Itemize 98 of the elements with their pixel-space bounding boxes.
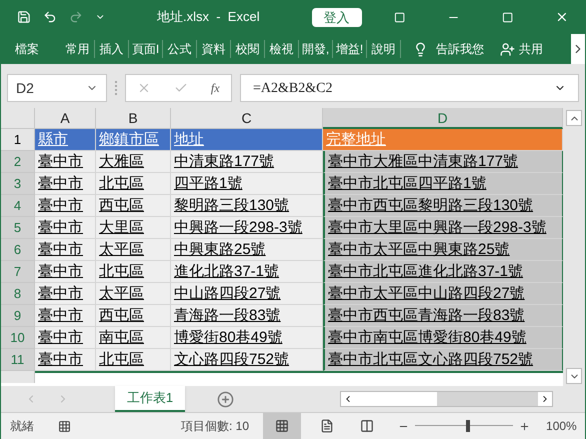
count-text: 項目個數: 10: [181, 418, 250, 435]
page-layout-icon[interactable]: [320, 419, 334, 433]
table-cell: 中興路一段298-3號: [171, 217, 323, 239]
table-cell: 西屯區: [96, 305, 171, 327]
table-cell: 臺中市大雅區中清東路177號: [323, 151, 563, 173]
tell-me-field[interactable]: 告訴我您: [436, 40, 484, 58]
table-cell: 臺中市大里區中興路一段298-3號: [323, 217, 563, 239]
scroll-down-button[interactable]: [566, 368, 582, 384]
table-cell: 中清東路177號: [171, 151, 323, 173]
table-cell: 臺中市北屯區進化北路37-1號: [323, 261, 563, 283]
ribbon-tab[interactable]: 公式: [163, 40, 197, 58]
ribbon-tab[interactable]: 常用: [61, 40, 95, 58]
table-cell: 臺中市: [35, 173, 96, 195]
table-cell: 北屯區: [96, 349, 171, 371]
new-sheet-icon[interactable]: [217, 390, 234, 408]
table-cell: 臺中市: [35, 283, 96, 305]
row-header[interactable]: 10: [1, 327, 35, 349]
table-cell: 臺中市太平區中山路四段27號: [323, 283, 563, 305]
table-cell: 文心路四段752號: [171, 349, 323, 371]
table-cell: 鄉鎮市區: [96, 129, 171, 151]
file-tab[interactable]: 檔案: [7, 40, 47, 58]
table-cell: 臺中市太平區中興東路25號: [323, 239, 563, 261]
maximize-icon[interactable]: [502, 10, 514, 24]
cell-reference: D2: [16, 78, 34, 98]
table-cell: 四平路1號: [171, 173, 323, 195]
table-cell: 臺中市北屯區四平路1號: [323, 173, 563, 195]
ribbon-tab[interactable]: 檢視: [265, 40, 299, 58]
horizontal-scrollbar[interactable]: [340, 391, 553, 407]
row-header[interactable]: 8: [1, 283, 35, 305]
row-header[interactable]: 1: [1, 129, 35, 151]
person-add-icon[interactable]: [500, 42, 515, 56]
status-text: 就緒: [10, 418, 34, 435]
table-cell: 縣市: [35, 129, 96, 151]
insert-function-button[interactable]: fx: [210, 79, 220, 97]
table-cell: 中山路四段27號: [171, 283, 323, 305]
table-cell: 大雅區: [96, 151, 171, 173]
scroll-right-icon[interactable]: [571, 34, 585, 64]
share-button[interactable]: 共用: [519, 40, 543, 58]
row-header[interactable]: 11: [1, 349, 35, 371]
table-cell: 臺中市: [35, 239, 96, 261]
row-header[interactable]: 5: [1, 217, 35, 239]
sheet-tab[interactable]: 工作表1: [115, 386, 185, 412]
sign-in-button[interactable]: 登入: [312, 8, 362, 26]
table-cell: 中興東路25號: [171, 239, 323, 261]
table-cell: 臺中市: [35, 151, 96, 173]
lightbulb-icon: [413, 42, 428, 56]
table-cell: 臺中市: [35, 261, 96, 283]
zoom-in-icon[interactable]: [519, 420, 530, 432]
normal-view-button[interactable]: [263, 413, 302, 439]
table-cell: 太平區: [96, 283, 171, 305]
table-cell: 進化北路37-1號: [171, 261, 323, 283]
ribbon-tab[interactable]: 校閱: [231, 40, 265, 58]
zoom-slider[interactable]: [415, 420, 514, 432]
name-box[interactable]: D2: [7, 74, 107, 102]
row-header[interactable]: 3: [1, 173, 35, 195]
row-header[interactable]: 4: [1, 195, 35, 217]
ribbon-tab[interactable]: 頁面I: [129, 40, 163, 58]
column-header[interactable]: D: [323, 108, 563, 129]
table-cell: 南屯區: [96, 327, 171, 349]
table-cell: 臺中市: [35, 349, 96, 371]
table-cell: 臺中市: [35, 327, 96, 349]
table-cell: 博愛街80巷49號: [171, 327, 323, 349]
table-cell: 完整地址: [323, 129, 563, 151]
table-cell: 北屯區: [96, 261, 171, 283]
table-cell: 臺中市: [35, 195, 96, 217]
grid-icon: [275, 419, 290, 433]
table-cell: 臺中市: [35, 217, 96, 239]
save-icon[interactable]: [17, 9, 31, 25]
row-header[interactable]: 2: [1, 151, 35, 173]
ribbon-tab[interactable]: 資料: [197, 40, 231, 58]
table-cell: 北屯區: [96, 173, 171, 195]
table-cell: 臺中市: [35, 305, 96, 327]
table-cell: 臺中市西屯區青海路一段83號: [323, 305, 563, 327]
window-title: 地址.xlsx - Excel: [157, 8, 260, 26]
table-cell: 臺中市西屯區黎明路三段130號: [323, 195, 563, 217]
table-cell: 臺中市北屯區文心路四段752號: [323, 349, 563, 371]
zoom-thumb[interactable]: [466, 420, 470, 432]
zoom-level-text: 100%: [546, 418, 577, 435]
drag-handle[interactable]: [115, 81, 117, 95]
undo-icon[interactable]: [42, 9, 57, 25]
table-cell: 黎明路三段130號: [171, 195, 323, 217]
scroll-up-button[interactable]: [566, 110, 582, 126]
row-header[interactable]: 7: [1, 261, 35, 283]
table-cell: 太平區: [96, 239, 171, 261]
formula-field[interactable]: =A2&B2&C2: [240, 74, 579, 102]
row-header[interactable]: 9: [1, 305, 35, 327]
table-cell: 青海路一段83號: [171, 305, 323, 327]
formula-text: =A2&B2&C2: [253, 80, 332, 98]
table-cell: 地址: [171, 129, 323, 151]
table-cell: 臺中市南屯區博愛街80巷49號: [323, 327, 563, 349]
ribbon-tab[interactable]: 插入: [95, 40, 129, 58]
row-header[interactable]: 6: [1, 239, 35, 261]
ribbon-tab[interactable]: 增益!: [333, 40, 367, 58]
page-break-icon[interactable]: [360, 419, 374, 433]
ribbon-tab[interactable]: 開發,: [299, 40, 333, 58]
table-cell: 西屯區: [96, 195, 171, 217]
ribbon-tab[interactable]: 說明: [367, 40, 401, 58]
table-cell: 大里區: [96, 217, 171, 239]
